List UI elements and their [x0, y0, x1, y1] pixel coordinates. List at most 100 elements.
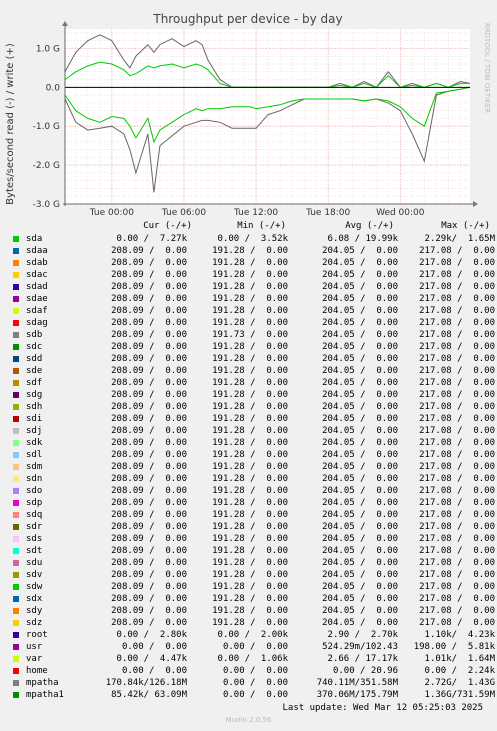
legend-min: 0.00 / 0.00	[222, 690, 288, 700]
legend-row-mpatha: mpatha 170.84k/126.18M 0.00 / 0.00 740.11M/…	[12, 677, 495, 689]
legend-swatch	[13, 404, 19, 410]
legend-cur: 208.09 / 0.00	[111, 450, 187, 460]
legend-max: 217.08 / 0.00	[419, 306, 495, 316]
legend-cur: 208.09 / 0.00	[111, 582, 187, 592]
legend-max: 217.08 / 0.00	[419, 318, 495, 328]
legend-avg: 740.11M/351.58M	[316, 678, 398, 688]
y-tick-label: 0.0	[46, 83, 61, 93]
legend-name: sdac	[26, 270, 48, 280]
legend-cur: 208.09 / 0.00	[111, 282, 187, 292]
legend-max: 217.08 / 0.00	[419, 582, 495, 592]
legend-cur: 208.09 / 0.00	[111, 318, 187, 328]
legend-row-sdo: sdo 208.09 / 0.00 191.28 / 0.00 204.05 / 0.…	[12, 485, 495, 497]
legend-name: sdag	[26, 318, 48, 328]
munin-version: Munin 2.0.56	[225, 716, 272, 724]
legend-min: 191.28 / 0.00	[212, 366, 288, 376]
legend-swatch	[13, 368, 19, 374]
legend-cur: 208.09 / 0.00	[111, 522, 187, 532]
legend-swatch	[13, 692, 19, 698]
legend-row-sdw: sdw 208.09 / 0.00 191.28 / 0.00 204.05 / 0.…	[12, 581, 495, 593]
legend-avg: 6.08 / 19.99k	[327, 234, 398, 244]
legend-row-sdk: sdk 208.09 / 0.00 191.28 / 0.00 204.05 / 0.…	[12, 437, 495, 449]
legend-avg: 204.05 / 0.00	[322, 294, 398, 304]
legend-avg: 204.05 / 0.00	[322, 486, 398, 496]
legend-name: sdw	[26, 582, 43, 592]
legend-max: 217.08 / 0.00	[419, 594, 495, 604]
legend-max: 217.08 / 0.00	[419, 486, 495, 496]
legend-avg: 204.05 / 0.00	[322, 390, 398, 400]
legend-cur: 0.00 / 7.27k	[116, 234, 187, 244]
legend-avg: 204.05 / 0.00	[322, 570, 398, 580]
legend-min: 191.28 / 0.00	[212, 558, 288, 568]
plot-background	[65, 29, 470, 204]
legend-min: 0.00 / 0.00	[222, 666, 288, 676]
legend-max: 217.08 / 0.00	[419, 342, 495, 352]
legend-avg: 204.05 / 0.00	[322, 318, 398, 328]
legend-row-sds: sds 208.09 / 0.00 191.28 / 0.00 204.05 / 0.…	[12, 533, 495, 545]
legend-row-sdf: sdf 208.09 / 0.00 191.28 / 0.00 204.05 / 0.…	[12, 377, 495, 389]
legend-swatch	[13, 320, 19, 326]
legend-min: 191.28 / 0.00	[212, 450, 288, 460]
legend-row-sdt: sdt 208.09 / 0.00 191.28 / 0.00 204.05 / 0.…	[12, 545, 495, 557]
legend-avg: 204.05 / 0.00	[322, 534, 398, 544]
legend-name: sdz	[26, 618, 43, 628]
legend-row-sdaf: sdaf 208.09 / 0.00 191.28 / 0.00 204.05 / 0…	[12, 305, 495, 317]
legend-name: sdy	[26, 606, 43, 616]
legend-swatch	[13, 536, 19, 542]
legend-max: 217.08 / 0.00	[419, 570, 495, 580]
legend-max: 1.36G/731.59M	[424, 690, 495, 700]
legend-avg: 524.29m/102.43	[322, 642, 398, 652]
legend-min: 191.28 / 0.00	[212, 354, 288, 364]
legend-min: 191.28 / 0.00	[212, 498, 288, 508]
legend-max: 217.08 / 0.00	[419, 426, 495, 436]
legend-avg: 204.05 / 0.00	[322, 510, 398, 520]
legend-swatch	[13, 500, 19, 506]
legend-cur: 85.42k/ 63.09M	[111, 690, 187, 700]
legend-cur: 208.09 / 0.00	[111, 606, 187, 616]
legend-avg: 204.05 / 0.00	[322, 546, 398, 556]
legend-swatch	[13, 416, 19, 422]
legend-swatch	[13, 392, 19, 398]
legend-cur: 208.09 / 0.00	[111, 366, 187, 376]
legend-avg: 204.05 / 0.00	[322, 606, 398, 616]
legend-cur: 208.09 / 0.00	[111, 618, 187, 628]
legend-cur: 208.09 / 0.00	[111, 342, 187, 352]
y-tick-label: -2.0 G	[33, 161, 60, 171]
legend-min: 191.28 / 0.00	[212, 618, 288, 628]
legend-name: mpatha	[26, 678, 59, 688]
legend-max: 1.10k/ 4.23k	[424, 630, 495, 640]
legend-name: sds	[26, 534, 43, 544]
x-axis-arrow	[473, 201, 478, 207]
legend-min: 0.00 / 1.06k	[217, 654, 288, 664]
legend-min: 191.28 / 0.00	[212, 414, 288, 424]
legend-row-sdi: sdi 208.09 / 0.00 191.28 / 0.00 204.05 / 0.…	[12, 413, 495, 425]
legend-row-sdd: sdd 208.09 / 0.00 191.28 / 0.00 204.05 / 0.…	[12, 353, 495, 365]
legend-avg: 204.05 / 0.00	[322, 306, 398, 316]
legend-name: sdj	[26, 426, 43, 436]
legend-min: 191.28 / 0.00	[212, 510, 288, 520]
legend-swatch	[13, 284, 19, 290]
legend-avg: 0.00 / 20.96	[332, 666, 398, 676]
legend-name: sdh	[26, 402, 43, 412]
legend-min: 191.28 / 0.00	[212, 258, 288, 268]
legend-avg: 204.05 / 0.00	[322, 378, 398, 388]
legend-min: 191.28 / 0.00	[212, 546, 288, 556]
legend-avg: 204.05 / 0.00	[322, 438, 398, 448]
x-tick-label: Tue 06:00	[161, 208, 206, 218]
legend-row-sdm: sdm 208.09 / 0.00 191.28 / 0.00 204.05 / 0.…	[12, 461, 495, 473]
legend-max: 2.29k/ 1.65M	[424, 234, 495, 244]
chart-title: Throughput per device - by day	[152, 12, 342, 26]
legend-swatch	[13, 680, 19, 686]
legend-swatch	[13, 356, 19, 362]
legend-row-sdab: sdab 208.09 / 0.00 191.28 / 0.00 204.05 / 0…	[12, 257, 495, 269]
legend-swatch	[13, 236, 19, 242]
legend-avg: 204.05 / 0.00	[322, 402, 398, 412]
legend-swatch	[13, 380, 19, 386]
legend-min: 191.28 / 0.00	[212, 270, 288, 280]
legend-max: 217.08 / 0.00	[419, 354, 495, 364]
legend: sda 0.00 / 7.27k 0.00 / 3.52k 6.08 / 19.99k…	[12, 221, 495, 700]
legend-name: mpatha1	[26, 690, 64, 700]
legend-min: 191.28 / 0.00	[212, 534, 288, 544]
legend-min: 191.28 / 0.00	[212, 282, 288, 292]
legend-max: 0.00 / 2.24k	[424, 666, 495, 676]
